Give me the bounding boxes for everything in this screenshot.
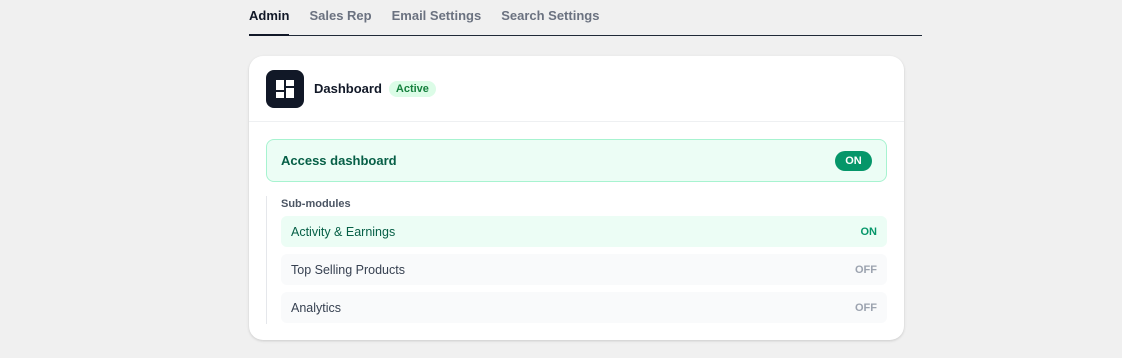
submodule-top-selling-products[interactable]: Top Selling Products OFF bbox=[281, 254, 887, 285]
submodule-toggle[interactable]: ON bbox=[861, 226, 878, 238]
submodule-label: Analytics bbox=[291, 300, 342, 315]
access-dashboard-row[interactable]: Access dashboard ON bbox=[266, 139, 887, 182]
status-badge: Active bbox=[388, 80, 436, 97]
submodules-section: Sub-modules Activity & Earnings ON Top S… bbox=[266, 196, 887, 324]
access-dashboard-toggle[interactable]: ON bbox=[835, 150, 872, 171]
tab-search-settings[interactable]: Search Settings bbox=[501, 8, 599, 35]
module-header: Dashboard Active bbox=[249, 56, 904, 122]
submodule-toggle[interactable]: OFF bbox=[855, 302, 877, 314]
dashboard-icon bbox=[266, 69, 304, 108]
submodules-heading: Sub-modules bbox=[281, 198, 351, 210]
submodule-analytics[interactable]: Analytics OFF bbox=[281, 292, 887, 323]
module-card: Dashboard Active Access dashboard ON Sub… bbox=[249, 56, 904, 340]
module-title: Dashboard bbox=[314, 81, 382, 96]
access-dashboard-label: Access dashboard bbox=[281, 153, 397, 168]
submodule-label: Top Selling Products bbox=[291, 262, 405, 277]
submodule-label: Activity & Earnings bbox=[291, 224, 396, 239]
submodule-activity-earnings[interactable]: Activity & Earnings ON bbox=[281, 216, 887, 247]
submodule-toggle[interactable]: OFF bbox=[855, 264, 877, 276]
settings-panel: Admin Sales Rep Email Settings Search Se… bbox=[249, 0, 922, 340]
tab-bar: Admin Sales Rep Email Settings Search Se… bbox=[249, 0, 922, 36]
tab-admin[interactable]: Admin bbox=[249, 8, 290, 36]
tab-email-settings[interactable]: Email Settings bbox=[392, 8, 482, 35]
tab-sales-rep[interactable]: Sales Rep bbox=[309, 8, 371, 35]
